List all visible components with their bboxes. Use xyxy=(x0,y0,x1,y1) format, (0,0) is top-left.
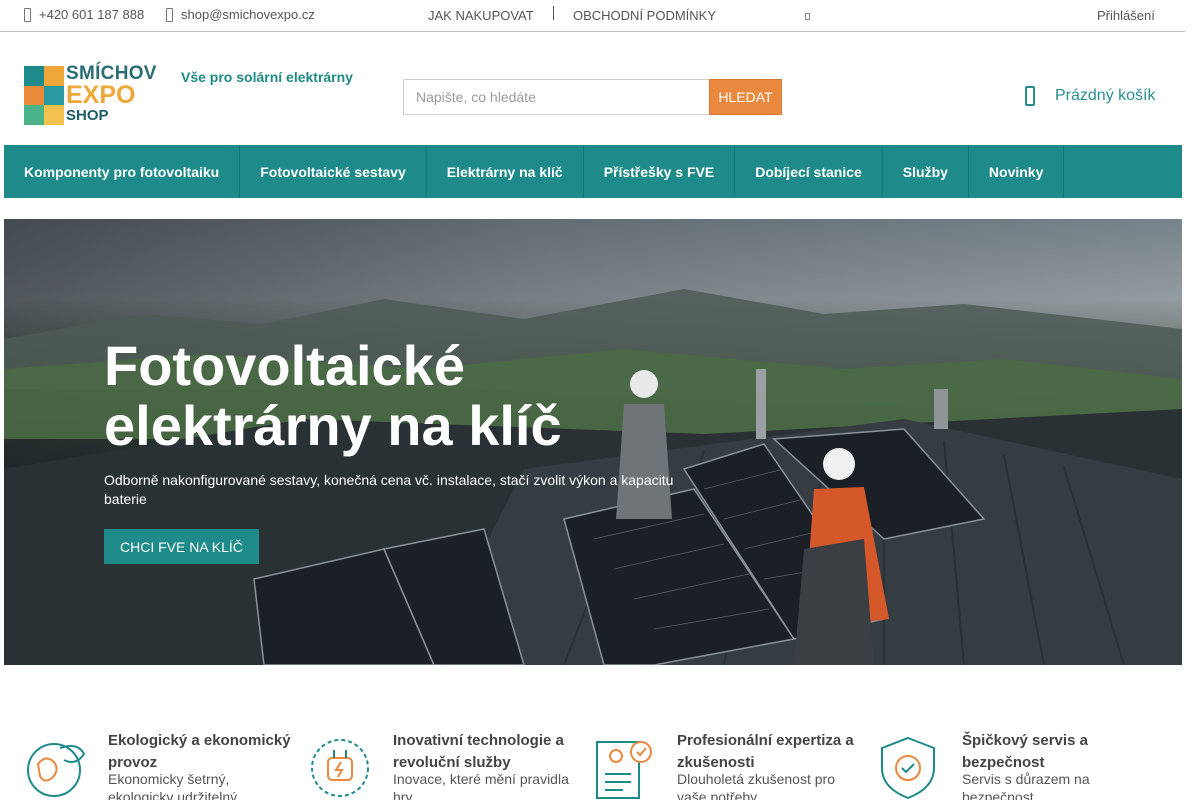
feature-title: Ekologický a ekonomický provoz xyxy=(108,732,291,771)
nav-item-services[interactable]: Služby xyxy=(883,145,969,198)
eco-globe-icon xyxy=(27,743,86,797)
feature-text: Dlouholetá zkušenost pro vaše potřeby xyxy=(677,771,835,800)
top-bar: +420 601 187 888 shop@smichovexpo.cz JAK… xyxy=(0,0,1185,32)
logo-line-3: SHOP xyxy=(66,107,109,124)
search-bar: HLEDAT xyxy=(403,79,782,115)
nav-item-turnkey[interactable]: Elektrárny na klíč xyxy=(427,145,584,198)
nav-item-news[interactable]: Novinky xyxy=(969,145,1065,198)
cart-icon xyxy=(1025,86,1035,106)
phone-contact[interactable]: +420 601 187 888 xyxy=(24,7,144,22)
login-link[interactable]: Přihlášení xyxy=(1097,8,1155,23)
email-address: shop@smichovexpo.cz xyxy=(181,7,315,22)
main-nav: Komponenty pro fotovoltaiku Fotovoltaick… xyxy=(4,145,1182,198)
plug-innovation-icon xyxy=(311,739,369,797)
feature-text: Inovace, které mění pravidla hry xyxy=(393,771,569,800)
language-icon[interactable] xyxy=(805,13,810,20)
phone-icon xyxy=(24,7,31,22)
site-logo[interactable]: SMÍCHOV EXPO SHOP xyxy=(24,64,158,126)
email-contact[interactable]: shop@smichovexpo.cz xyxy=(166,7,315,22)
feature-innovation: Inovativní technologie a revoluční služb… xyxy=(309,730,589,800)
envelope-icon xyxy=(166,7,173,22)
hero-subtitle: Odborně nakonfigurované sestavy, konečná… xyxy=(104,472,674,507)
search-input[interactable] xyxy=(403,79,709,115)
nav-item-components[interactable]: Komponenty pro fotovoltaiku xyxy=(4,145,241,198)
hero-banner: Fotovoltaické elektrárny na klíč Odborně… xyxy=(4,219,1182,665)
feature-expertise: Profesionální expertiza a zkušenosti Dlo… xyxy=(593,730,873,800)
logo-wordmark: SMÍCHOV EXPO SHOP xyxy=(66,64,157,123)
link-terms[interactable]: OBCHODNÍ PODMÍNKY xyxy=(573,8,716,23)
feature-title: Špičkový servis a bezpečnost xyxy=(962,732,1088,771)
phone-number: +420 601 187 888 xyxy=(39,7,145,22)
cart-label: Prázdný košík xyxy=(1055,87,1156,104)
nav-item-charging[interactable]: Dobíjecí stanice xyxy=(735,145,883,198)
shield-check-icon xyxy=(881,736,935,800)
feature-text: Servis s důrazem na bezpečnost xyxy=(962,771,1090,800)
site-tagline: Vše pro solární elektrárny xyxy=(181,69,353,85)
link-how-to-buy[interactable]: JAK NAKUPOVAT xyxy=(428,8,534,23)
feature-text: Ekonomicky šetrný, ekologicky udržitelný xyxy=(108,771,238,800)
nav-item-carports[interactable]: Přístřešky s FVE xyxy=(584,145,736,198)
feature-service: Špičkový servis a bezpečnost Servis s dů… xyxy=(878,730,1158,800)
feature-title: Profesionální expertiza a zkušenosti xyxy=(677,732,854,771)
hero-title: Fotovoltaické elektrárny na klíč xyxy=(104,334,562,457)
hero-cta-button[interactable]: CHCI FVE NA KLÍČ xyxy=(104,529,259,564)
logo-mark xyxy=(24,66,64,125)
feature-title: Inovativní technologie a revoluční služb… xyxy=(393,732,564,771)
certificate-expert-icon xyxy=(596,741,652,799)
cart-widget[interactable]: Prázdný košík xyxy=(1025,86,1155,106)
search-button[interactable]: HLEDAT xyxy=(709,79,782,115)
feature-eco: Ekologický a ekonomický provoz Ekonomick… xyxy=(24,730,304,800)
nav-item-pv-sets[interactable]: Fotovoltaické sestavy xyxy=(240,145,427,198)
logo-line-2: EXPO xyxy=(66,81,136,109)
topbar-divider xyxy=(553,6,554,20)
